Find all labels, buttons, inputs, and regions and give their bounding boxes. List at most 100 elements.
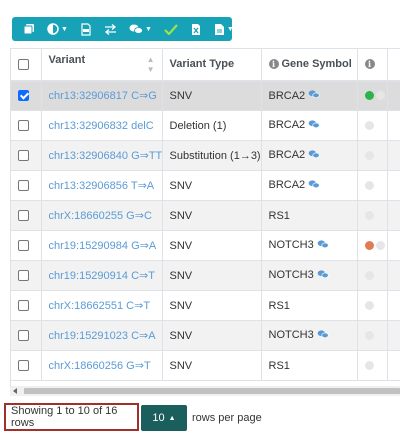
comments-icon[interactable] — [317, 239, 329, 252]
extra-cell — [387, 110, 400, 141]
table-row[interactable]: chrX:18660255 G⇒C SNV RS1 — [11, 200, 400, 231]
column-header-variant[interactable]: Variant ▲ ▼ — [41, 48, 163, 82]
copy-button[interactable] — [18, 17, 40, 41]
table-row[interactable]: chrX:18662551 C⇒T SNV RS1 — [11, 290, 400, 321]
row-checkbox[interactable] — [18, 150, 29, 162]
variant-cell[interactable]: chr13:32906840 G⇒TTT — [41, 140, 163, 171]
gene-symbol-cell: BRCA2 — [261, 110, 358, 141]
extra-cell — [387, 230, 400, 261]
table-row[interactable]: chr13:32906856 T⇒A SNV BRCA2 — [11, 170, 400, 201]
swap-arrows-icon — [104, 23, 116, 35]
row-checkbox[interactable] — [18, 180, 29, 192]
variant-cell[interactable]: chr13:32906856 T⇒A — [41, 170, 163, 201]
row-select-cell[interactable] — [11, 320, 42, 351]
variant-cell[interactable]: chr19:15291023 C⇒A — [41, 320, 163, 351]
comments-icon[interactable] — [317, 329, 329, 342]
variant-type-text: SNV — [169, 179, 193, 192]
row-checkbox[interactable] — [18, 270, 29, 282]
variant-link[interactable]: chrX:18662551 C⇒T — [49, 300, 151, 312]
row-checkbox[interactable] — [18, 330, 29, 342]
comments-icon[interactable] — [317, 269, 329, 282]
scroll-left-icon[interactable] — [13, 388, 17, 394]
column-header-status[interactable]: i — [357, 48, 388, 82]
excel-file-icon — [191, 23, 200, 35]
row-select-cell[interactable] — [11, 260, 42, 291]
variant-link[interactable]: chr13:32906840 G⇒TTT — [49, 150, 162, 162]
sort-icon[interactable]: ▲ ▼ — [147, 55, 155, 75]
table-row[interactable]: chr19:15290984 G⇒A SNV NOTCH3 — [11, 230, 400, 261]
row-checkbox[interactable] — [18, 240, 29, 252]
comments-icon[interactable] — [308, 149, 320, 162]
variant-link[interactable]: chr13:32906832 delC — [49, 120, 154, 132]
variant-type-text: Deletion (1) — [169, 119, 227, 132]
variant-cell[interactable]: chrX:18660255 G⇒C — [41, 200, 163, 231]
row-checkbox[interactable] — [18, 210, 29, 222]
extra-cell — [387, 140, 400, 171]
table-header-row: Variant ▲ ▼ Variant Type i Gene Symbol i — [11, 48, 400, 82]
swap-button[interactable] — [99, 17, 122, 41]
variant-type-text: SNV — [169, 209, 193, 222]
column-header-gene-symbol[interactable]: i Gene Symbol — [261, 48, 358, 82]
variant-link[interactable]: chr19:15291023 C⇒A — [49, 330, 156, 342]
gene-symbol-cell: BRCA2 — [261, 140, 358, 171]
status-dot-icon — [364, 271, 374, 281]
variant-link[interactable]: chr13:32906817 C⇒G — [49, 90, 157, 102]
row-checkbox[interactable] — [18, 360, 29, 372]
comments-button[interactable]: ▼ — [124, 17, 157, 41]
table-row[interactable]: chr13:32906817 C⇒G SNV BRCA2 — [11, 80, 400, 111]
select-all-header[interactable] — [11, 48, 42, 82]
table-row[interactable]: chr13:32906840 G⇒TTT Substitution (1→3) BR… — [11, 140, 400, 171]
gene-symbol-text: BRCA2 — [268, 89, 306, 102]
export-excel-button[interactable] — [185, 17, 207, 41]
variant-cell[interactable]: chrX:18662551 C⇒T — [41, 290, 163, 321]
validate-button[interactable] — [159, 17, 183, 41]
status-cell — [357, 350, 388, 381]
column-header-label: Variant Type — [169, 58, 235, 71]
row-select-cell[interactable] — [11, 290, 42, 321]
comments-icon[interactable] — [308, 119, 320, 132]
row-select-cell[interactable] — [11, 200, 42, 231]
row-select-cell[interactable] — [11, 170, 42, 201]
row-select-cell[interactable] — [11, 230, 42, 261]
row-select-cell[interactable] — [11, 110, 42, 141]
variants-table: Variant ▲ ▼ Variant Type i Gene Symbol i c… — [11, 48, 400, 381]
variant-link[interactable]: chrX:18660255 G⇒C — [49, 210, 152, 222]
column-header-variant-type[interactable]: Variant Type — [162, 48, 262, 82]
gene-symbol-cell: NOTCH3 — [261, 260, 358, 291]
extra-cell — [387, 200, 400, 231]
variant-link[interactable]: chr19:15290914 C⇒T — [49, 270, 155, 282]
gene-symbol-text: NOTCH3 — [268, 239, 314, 252]
table-row[interactable]: chr19:15291023 C⇒A SNV NOTCH3 — [11, 320, 400, 351]
variant-cell[interactable]: chrX:18660256 G⇒T — [41, 350, 163, 381]
variant-cell[interactable]: chr13:32906817 C⇒G — [41, 80, 163, 111]
table-row[interactable]: chr13:32906832 delC Deletion (1) BRCA2 — [11, 110, 400, 141]
table-row[interactable]: chr19:15290914 C⇒T SNV NOTCH3 — [11, 260, 400, 291]
row-select-cell[interactable] — [11, 350, 42, 381]
variant-type-text: SNV — [169, 299, 193, 312]
variant-link[interactable]: chrX:18660256 G⇒T — [49, 360, 151, 372]
status-cell — [357, 80, 388, 111]
variant-cell[interactable]: chr13:32906832 delC — [41, 110, 163, 141]
row-checkbox[interactable] — [18, 300, 29, 312]
page-size-dropdown[interactable]: 10 ▲ — [141, 405, 187, 431]
variant-link[interactable]: chr19:15290984 G⇒A — [49, 240, 157, 252]
extra-cell — [387, 260, 400, 291]
document-button[interactable]: ▼ — [209, 17, 239, 41]
variant-cell[interactable]: chr19:15290984 G⇒A — [41, 230, 163, 261]
row-checkbox[interactable] — [18, 120, 29, 132]
select-all-checkbox[interactable] — [18, 58, 29, 70]
variant-cell[interactable]: chr19:15290914 C⇒T — [41, 260, 163, 291]
table-body: chr13:32906817 C⇒G SNV BRCA2 chr13:32906832… — [11, 80, 400, 381]
horizontal-scrollbar[interactable] — [10, 386, 400, 396]
comments-icon[interactable] — [308, 90, 320, 102]
export-csv-button[interactable] — [75, 17, 97, 41]
row-select-cell[interactable] — [11, 80, 42, 111]
table-row[interactable]: chrX:18660256 G⇒T SNV RS1 — [11, 350, 400, 381]
row-select-cell[interactable] — [11, 140, 42, 171]
columns-toggle-button[interactable]: ▼ — [42, 17, 73, 41]
scrollbar-thumb[interactable] — [24, 388, 400, 394]
row-checkbox[interactable] — [18, 90, 29, 102]
variant-link[interactable]: chr13:32906856 T⇒A — [49, 180, 155, 192]
status-cell — [357, 140, 388, 171]
comments-icon[interactable] — [308, 179, 320, 192]
